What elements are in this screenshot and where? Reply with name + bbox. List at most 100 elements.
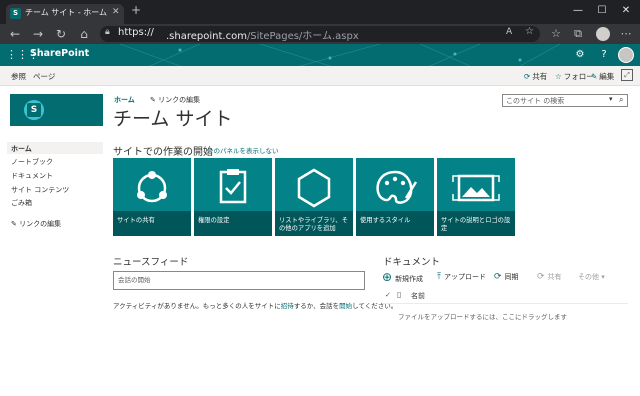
tile-permissions[interactable]: 権限の設定 [194, 158, 272, 236]
page-tab[interactable]: ページ [33, 71, 55, 82]
suite-bar-pattern [119, 44, 561, 66]
leftnav-edit-links[interactable]: ✎ リンクの編集 [11, 219, 61, 229]
drop-zone-hint: ファイルをアップロードするには、ここにドラッグします [398, 313, 567, 321]
search-icon[interactable]: ⌕ [619, 95, 623, 105]
plus-circle-icon: ⊕ [382, 270, 393, 284]
minimize-button[interactable]: — [566, 2, 590, 20]
sharepoint-logo-icon: S [24, 100, 44, 120]
logo-letter: S [27, 103, 41, 117]
tile-label-bg: 使用するスタイル [356, 211, 434, 236]
focus-mode-icon[interactable]: ⤢ [621, 69, 633, 81]
tile-label: 権限の設定 [198, 217, 230, 224]
column-divider [383, 303, 628, 304]
tile-share-site[interactable]: サイトの共有 [113, 158, 191, 236]
profile-avatar[interactable] [596, 27, 610, 41]
edit-command[interactable]: ✎ 編集 [591, 71, 614, 82]
leftnav-item-documents[interactable]: ドキュメント [11, 171, 53, 181]
close-window-button[interactable]: ✕ [614, 2, 638, 20]
tab-title: チーム サイト - ホーム [25, 8, 108, 17]
url-field[interactable]: 🔒︎ https:// .sharepoint.com/SitePages/ホー… [100, 26, 540, 42]
chevron-down-icon[interactable]: ▾ [609, 95, 613, 103]
upload-button[interactable]: ⤒ アップロード [437, 272, 486, 282]
address-bar-row: ← → ↻ ⌂ 🔒︎ https:// .sharepoint.com/Site… [0, 24, 640, 44]
newsfeed-title: ニュースフィード [113, 257, 189, 268]
leftnav-item-home[interactable]: ホーム [11, 144, 32, 154]
newsfeed-empty-message: アクティビティがありません。もっと多くの人をサイトに招待するか、会話を開始してく… [113, 302, 398, 310]
share-command[interactable]: ⟳ 共有 [524, 71, 547, 82]
tile-label: リストやライブラリ、その他のアプリを追加 [279, 217, 348, 232]
tab-close-icon[interactable]: ✕ [112, 7, 120, 17]
invite-link[interactable]: 招待 [281, 302, 294, 310]
url-scheme: https:// [118, 27, 154, 38]
sync-icon: ⟳ [494, 272, 502, 282]
search-placeholder: このサイト の検索 [506, 97, 565, 105]
leftnav-item-site-contents[interactable]: サイト コンテンツ [11, 185, 69, 195]
lock-icon: 🔒︎ [105, 27, 110, 37]
tile-label: サイトの説明とロゴの設定 [441, 217, 511, 232]
name-column-header[interactable]: 名前 [411, 291, 425, 301]
user-avatar[interactable] [618, 47, 634, 63]
share-docs-button[interactable]: ⟳ 共有 [537, 272, 562, 282]
app-launcher-waffle-icon[interactable]: ⋮⋮⋮ [6, 47, 39, 63]
browser-titlebar: S チーム サイト - ホーム ✕ + — ☐ ✕ [0, 0, 640, 24]
more-menu-icon[interactable]: ⋯ [618, 26, 634, 42]
star-icon: ☆ [555, 72, 562, 81]
file-type-icon: ▯ [397, 290, 402, 299]
pencil-icon: ✎ [150, 96, 159, 104]
palette-icon [376, 170, 418, 204]
documents-title[interactable]: ドキュメント [383, 254, 440, 268]
sharepoint-favicon-icon: S [10, 8, 21, 19]
browse-tab[interactable]: 参照 [11, 71, 26, 82]
hexagon-apps-icon [297, 168, 331, 208]
home-icon[interactable]: ⌂ [75, 25, 93, 43]
tile-description-logo[interactable]: サイトの説明とロゴの設定 [437, 158, 515, 236]
start-conversation-input[interactable]: 会話の開始 [113, 271, 365, 290]
clipboard-check-icon [219, 169, 247, 204]
chevron-down-icon: ▾ [599, 273, 605, 281]
leftnav-item-recycle-bin[interactable]: ごみ箱 [11, 198, 32, 208]
forward-arrow-icon[interactable]: → [29, 25, 47, 43]
tile-label-bg: 権限の設定 [194, 211, 272, 236]
picture-frame-icon [452, 174, 500, 202]
refresh-icon[interactable]: ↻ [52, 25, 70, 43]
suite-bar: ⋮⋮⋮ SharePoint ⚙ ? [0, 44, 640, 66]
tile-label-bg: サイトの説明とロゴの設定 [437, 211, 515, 236]
share-icon: ⟳ [524, 72, 531, 81]
read-aloud-icon[interactable]: A [506, 27, 512, 37]
start-conversation-link[interactable]: 開始 [339, 302, 352, 310]
pencil-icon: ✎ [591, 72, 598, 81]
tile-add-apps[interactable]: リストやライブラリ、その他のアプリを追加 [275, 158, 353, 236]
share-network-icon [137, 171, 167, 203]
tile-label: サイトの共有 [117, 217, 155, 224]
command-bar: 参照 ページ ⟳ 共有 ☆ フォロー ✎ 編集 ⤢ [0, 66, 640, 86]
browser-tab[interactable]: S チーム サイト - ホーム ✕ [6, 4, 124, 24]
conversation-placeholder: 会話の開始 [118, 276, 151, 284]
more-dropdown[interactable]: その他 ▾ [578, 272, 605, 282]
new-tab-button[interactable]: + [131, 3, 141, 17]
settings-gear-icon[interactable]: ⚙ [572, 47, 588, 63]
collections-icon[interactable]: ⧉ [570, 26, 586, 42]
back-arrow-icon[interactable]: ← [6, 25, 24, 43]
select-all-checkmark-icon[interactable]: ✓ [385, 291, 391, 299]
tile-label-bg: リストやライブラリ、その他のアプリを追加 [275, 211, 353, 236]
help-button[interactable]: ? [596, 47, 612, 63]
url-text: .sharepoint.com/SitePages/ホーム.aspx [166, 31, 359, 42]
favorite-star-icon[interactable]: ☆ [525, 26, 534, 37]
sync-button[interactable]: ⟳ 同期 [494, 272, 519, 282]
tile-style[interactable]: 使用するスタイル [356, 158, 434, 236]
pencil-icon: ✎ [11, 220, 20, 228]
site-title[interactable]: チーム サイト [113, 104, 232, 131]
maximize-button[interactable]: ☐ [590, 2, 614, 20]
getting-started-title: サイトでの作業の開始 [113, 147, 213, 158]
follow-command[interactable]: ☆ フォロー [555, 71, 594, 82]
new-document-button[interactable]: ⊕ 新規作成 [382, 270, 423, 284]
site-search-input[interactable]: このサイト の検索 ▾ ⌕ [502, 94, 628, 107]
tile-label: 使用するスタイル [360, 217, 411, 224]
favorites-icon[interactable]: ☆ [548, 26, 564, 42]
hide-panel-link[interactable]: このパネルを表示しない [207, 145, 279, 155]
upload-icon: ⤒ [437, 272, 441, 282]
tile-label-bg: サイトの共有 [113, 211, 191, 236]
site-logo[interactable]: S [10, 94, 103, 126]
leftnav-item-notebook[interactable]: ノートブック [11, 157, 53, 167]
suite-app-name[interactable]: SharePoint [30, 48, 89, 59]
